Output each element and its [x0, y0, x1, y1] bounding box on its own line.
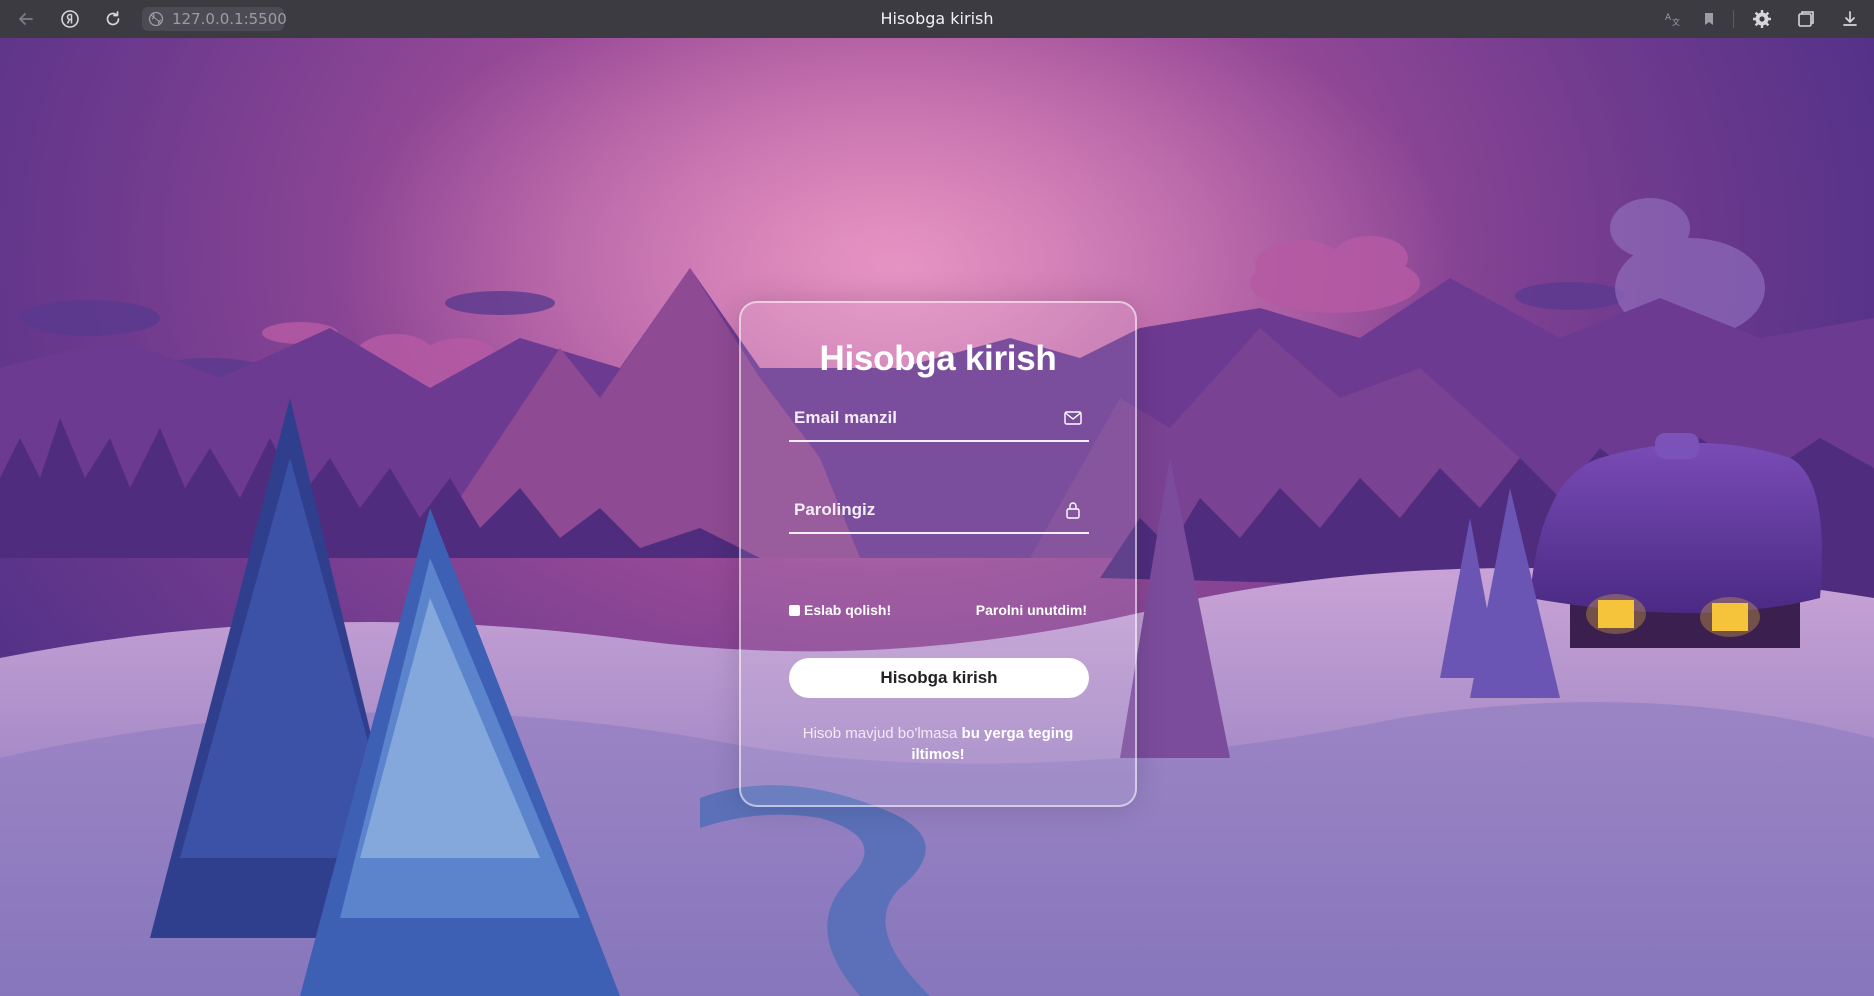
browser-toolbar: 127.0.0.1:5500 Hisobga kirish A文: [0, 0, 1874, 38]
login-title: Hisobga kirish: [819, 339, 1057, 378]
email-placeholder[interactable]: Email manzil: [794, 408, 897, 428]
bookmark-icon[interactable]: [1697, 7, 1721, 31]
remember-label[interactable]: Eslab qolish!: [804, 602, 891, 618]
svg-text:A: A: [1665, 13, 1672, 23]
collections-icon[interactable]: [1794, 7, 1818, 31]
register-text: Hisob mavjud bo'lmasa: [802, 725, 958, 742]
gear-icon[interactable]: [1750, 7, 1774, 31]
remember-me[interactable]: Eslab qolish!: [789, 602, 891, 618]
remember-checkbox[interactable]: [789, 604, 800, 616]
toolbar-divider: [1733, 10, 1734, 28]
svg-text:文: 文: [1672, 17, 1680, 27]
reload-icon[interactable]: [101, 7, 125, 31]
register-prompt: Hisob mavjud bo'lmasa bu yerga teging il…: [781, 723, 1095, 765]
winter-background: Hisobga kirish Email manzil Parolingiz E…: [0, 38, 1874, 996]
address-url[interactable]: 127.0.0.1:5500: [172, 10, 287, 28]
site-info-icon[interactable]: [148, 11, 164, 27]
back-arrow-icon[interactable]: [14, 7, 38, 31]
password-placeholder[interactable]: Parolingiz: [794, 500, 875, 520]
password-field[interactable]: Parolingiz: [789, 490, 1089, 534]
mail-icon: [1063, 408, 1083, 428]
address-bar[interactable]: 127.0.0.1:5500: [142, 7, 287, 31]
lock-icon: [1063, 500, 1083, 520]
login-button[interactable]: Hisobga kirish: [789, 658, 1089, 698]
yandex-icon[interactable]: [58, 7, 82, 31]
login-card: Hisobga kirish Email manzil Parolingiz E…: [739, 301, 1137, 807]
forgot-password-link[interactable]: Parolni unutdim!: [976, 602, 1087, 618]
email-field[interactable]: Email manzil: [789, 398, 1089, 442]
download-icon[interactable]: [1838, 7, 1862, 31]
translate-icon[interactable]: A文: [1661, 7, 1685, 31]
